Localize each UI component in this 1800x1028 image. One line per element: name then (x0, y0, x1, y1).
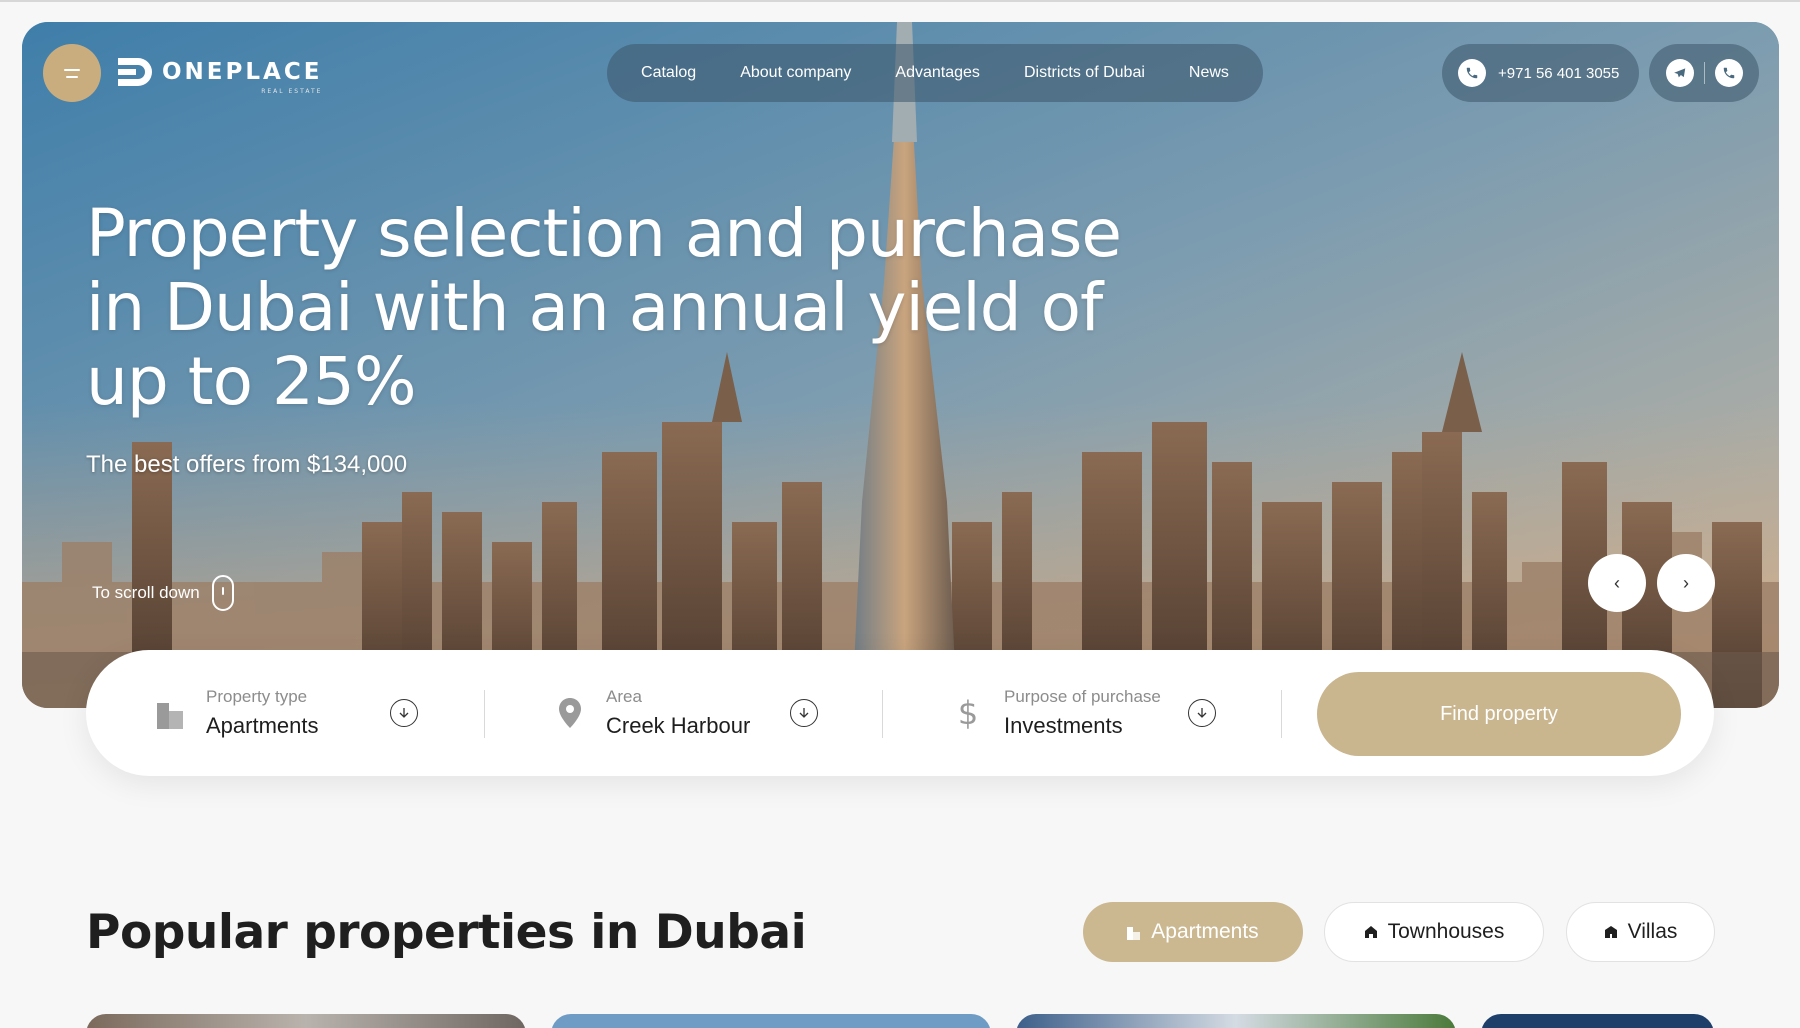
scroll-down-link[interactable]: To scroll down (92, 575, 234, 611)
field-divider (484, 690, 485, 738)
telegram-icon[interactable] (1665, 59, 1694, 87)
house-icon (1364, 926, 1377, 938)
apartment-icon (1127, 927, 1141, 940)
phone-icon (1458, 59, 1486, 87)
filter-apartments[interactable]: Apartments (1083, 902, 1303, 962)
nav-about-company[interactable]: About company (740, 64, 851, 82)
area-value: Creek Harbour (606, 713, 751, 738)
property-type-value: Apartments (206, 713, 319, 738)
nav-catalog[interactable]: Catalog (641, 64, 696, 82)
field-divider (1281, 690, 1282, 738)
purpose-select[interactable]: $ Purpose of purchase Investments (952, 650, 1252, 776)
menu-icon-line (66, 75, 78, 78)
hero-title: Property selection and purchase in Dubai… (86, 195, 1122, 420)
building-icon (154, 695, 186, 731)
area-select[interactable]: Area Creek Harbour (554, 650, 854, 776)
main-nav: Catalog About company Advantages Distric… (607, 44, 1263, 102)
purpose-value: Investments (1004, 713, 1123, 738)
property-card-image[interactable] (551, 1014, 991, 1028)
menu-button[interactable] (43, 44, 101, 102)
location-pin-icon (554, 695, 586, 731)
property-type-label: Property type (206, 687, 308, 706)
brand-name: ONEPLACE REAL ESTATE (162, 59, 323, 95)
brand-text: ONEPLACE (162, 59, 323, 85)
brand-logo[interactable]: ONEPLACE REAL ESTATE (116, 52, 323, 95)
chevron-down-icon (1188, 699, 1216, 727)
field-divider (882, 690, 883, 738)
property-card-image[interactable] (86, 1014, 526, 1028)
property-type-select[interactable]: Property type Apartments (154, 650, 454, 776)
scroll-down-label: To scroll down (92, 583, 200, 602)
filter-villas[interactable]: Villas (1566, 902, 1715, 962)
nav-advantages[interactable]: Advantages (895, 64, 980, 82)
property-card-image[interactable] (1016, 1014, 1456, 1028)
hero-banner: ONEPLACE REAL ESTATE Catalog About compa… (22, 22, 1779, 708)
filter-villas-label: Villas (1627, 920, 1678, 943)
purpose-label: Purpose of purchase (1004, 687, 1161, 706)
phone-button[interactable]: +971 56 401 3055 (1442, 44, 1639, 102)
filter-townhouses-label: Townhouses (1387, 920, 1505, 943)
oneplace-logo-icon (118, 58, 152, 86)
property-card-image[interactable] (1481, 1014, 1714, 1028)
brand-subtext: REAL ESTATE (261, 88, 323, 95)
villa-icon (1604, 926, 1617, 938)
menu-icon (64, 68, 80, 71)
dollar-icon: $ (957, 694, 979, 732)
top-border (0, 0, 1800, 2)
popular-properties-title: Popular properties in Dubai (86, 905, 807, 960)
filter-apartments-label: Apartments (1151, 920, 1259, 943)
hero-subtitle: The best offers from $134,000 (86, 451, 408, 478)
social-links (1649, 44, 1759, 102)
whatsapp-icon[interactable] (1714, 59, 1743, 87)
social-divider (1703, 62, 1705, 84)
filter-townhouses[interactable]: Townhouses (1324, 902, 1544, 962)
nav-districts-of-dubai[interactable]: Districts of Dubai (1024, 64, 1145, 82)
slider-prev-button[interactable]: ‹ (1588, 554, 1646, 612)
slider-next-button[interactable]: › (1657, 554, 1715, 612)
area-label: Area (606, 687, 642, 706)
chevron-down-icon (390, 699, 418, 727)
property-search-bar: Property type Apartments Area Creek Harb… (86, 650, 1714, 776)
chevron-down-icon (790, 699, 818, 727)
find-property-button[interactable]: Find property (1317, 672, 1681, 756)
mouse-icon (211, 575, 234, 611)
phone-number: +971 56 401 3055 (1498, 64, 1620, 82)
nav-news[interactable]: News (1189, 64, 1229, 82)
